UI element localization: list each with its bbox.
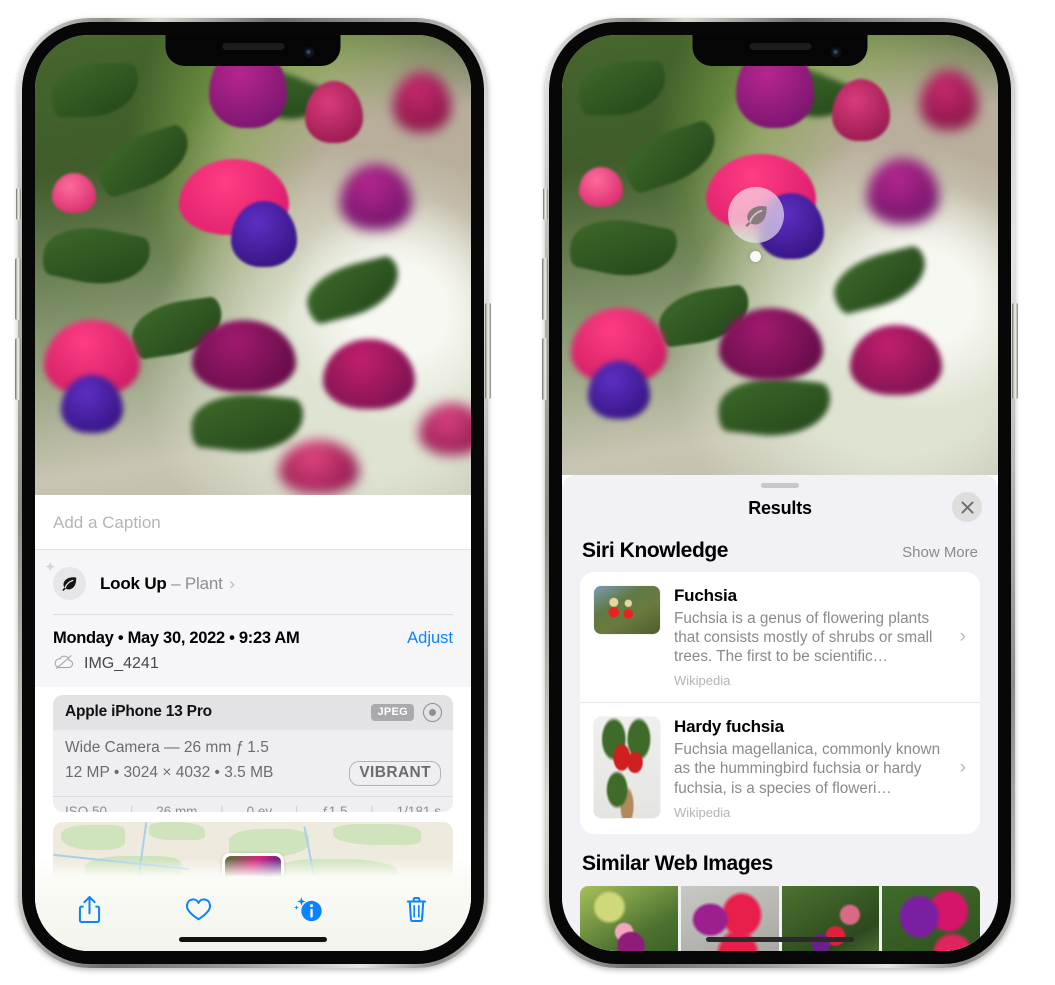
volume-up-button[interactable] bbox=[15, 258, 21, 320]
chevron-right-icon: › bbox=[959, 626, 966, 648]
hardy-fuchsia-thumbnail bbox=[594, 717, 660, 819]
look-up-row[interactable]: ✦ Look Up – Plant › bbox=[44, 560, 453, 614]
results-header: Results bbox=[562, 488, 998, 533]
exif-card[interactable]: Apple iPhone 13 Pro JPEG Wide Camera — 2… bbox=[53, 694, 453, 813]
similar-image-4[interactable] bbox=[882, 885, 980, 951]
look-up-dash: – bbox=[171, 573, 181, 593]
metadata-section: Monday • May 30, 2022 • 9:23 AM Adjust I… bbox=[35, 614, 471, 687]
show-more-button[interactable]: Show More bbox=[902, 544, 978, 561]
chevron-right-icon: › bbox=[959, 757, 966, 779]
earpiece-speaker bbox=[749, 43, 811, 50]
earpiece-speaker bbox=[222, 43, 284, 50]
fuchsia-thumbnail bbox=[594, 586, 660, 634]
leaf-icon bbox=[745, 205, 767, 227]
side-power-button[interactable] bbox=[1012, 303, 1018, 399]
exif-shutter: 1/181 s bbox=[396, 803, 441, 813]
knowledge-title: Fuchsia bbox=[674, 586, 737, 605]
visual-look-up-badge[interactable] bbox=[728, 187, 784, 243]
right-phone: Results Siri Knowledge Show More Fuchsia… bbox=[542, 18, 1018, 968]
adjust-button[interactable]: Adjust bbox=[407, 629, 453, 648]
knowledge-source: Wikipedia bbox=[674, 804, 731, 820]
close-icon[interactable] bbox=[952, 492, 982, 522]
left-phone: Add a Caption ✦ Look Up – Plant › Monday… bbox=[15, 18, 491, 968]
sparkle-icon: ✦ bbox=[44, 559, 57, 576]
exif-stats-row: ISO 50 | 26 mm | 0 ev | ƒ1.5 | 1/181 s bbox=[53, 795, 453, 813]
list-item[interactable]: Hardy fuchsia Fuchsia magellanica, commo… bbox=[580, 702, 980, 833]
look-up-title: Look Up bbox=[100, 573, 167, 593]
heart-icon[interactable] bbox=[177, 889, 221, 929]
icloud-slash-icon bbox=[53, 654, 75, 675]
photo-viewer[interactable] bbox=[35, 35, 471, 495]
silent-switch[interactable] bbox=[16, 188, 21, 220]
look-up-section: ✦ Look Up – Plant › bbox=[35, 549, 471, 615]
siri-knowledge-header: Siri Knowledge Show More bbox=[562, 533, 998, 572]
siri-knowledge-card: Fuchsia Fuchsia is a genus of flowering … bbox=[580, 572, 980, 834]
notch bbox=[692, 35, 868, 66]
similar-image-1[interactable] bbox=[580, 885, 678, 951]
screenshot-canvas: Add a Caption ✦ Look Up – Plant › Monday… bbox=[0, 0, 1055, 985]
siri-knowledge-title: Siri Knowledge bbox=[582, 539, 729, 562]
exif-aperture: ƒ1.5 bbox=[321, 803, 348, 813]
side-power-button[interactable] bbox=[485, 303, 491, 399]
front-camera-icon bbox=[830, 47, 842, 58]
camera-device: Apple iPhone 13 Pro bbox=[65, 703, 212, 720]
caption-placeholder: Add a Caption bbox=[53, 513, 161, 532]
knowledge-title: Hardy fuchsia bbox=[674, 717, 784, 737]
volume-up-button[interactable] bbox=[542, 258, 548, 320]
photo-viewer[interactable] bbox=[562, 35, 998, 475]
chevron-right-icon: › bbox=[229, 573, 235, 593]
notch bbox=[165, 35, 341, 66]
look-up-label: Look Up – Plant › bbox=[100, 574, 235, 594]
exif-body: Wide Camera — 26 mm ƒ 1.5 12 MP • 3024 ×… bbox=[53, 730, 453, 796]
silent-switch[interactable] bbox=[543, 188, 548, 220]
lens-info: Wide Camera — 26 mm ƒ 1.5 bbox=[65, 738, 269, 756]
image-size-info: 12 MP • 3024 × 4032 • 3.5 MB bbox=[65, 764, 274, 781]
results-title: Results bbox=[748, 498, 812, 518]
similar-web-images-header: Similar Web Images bbox=[562, 834, 998, 882]
leaf-icon: ✦ bbox=[44, 560, 86, 600]
separator: | bbox=[370, 803, 374, 813]
info-sparkle-icon[interactable] bbox=[286, 889, 330, 929]
toolbar-fade bbox=[35, 859, 471, 877]
trash-icon[interactable] bbox=[395, 889, 439, 929]
visual-look-up-anchor-dot bbox=[750, 251, 761, 262]
similar-web-images-title: Similar Web Images bbox=[582, 851, 773, 875]
volume-down-button[interactable] bbox=[15, 338, 21, 400]
right-screen: Results Siri Knowledge Show More Fuchsia… bbox=[562, 35, 998, 951]
photo-filename: IMG_4241 bbox=[84, 655, 159, 672]
look-up-subject: Plant bbox=[184, 573, 223, 593]
home-indicator[interactable] bbox=[179, 937, 327, 942]
separator: | bbox=[294, 803, 299, 813]
knowledge-source: Wikipedia bbox=[674, 673, 731, 689]
knowledge-description: Fuchsia is a genus of flowering plants t… bbox=[674, 610, 933, 666]
caption-field[interactable]: Add a Caption bbox=[35, 495, 471, 549]
exif-ev: 0 ev bbox=[246, 803, 273, 813]
format-badge: JPEG bbox=[371, 703, 414, 721]
exif-focal: 26 mm bbox=[156, 803, 198, 813]
photo-date: Monday • May 30, 2022 • 9:23 AM bbox=[53, 628, 300, 647]
separator: | bbox=[129, 803, 134, 813]
aperture-icon bbox=[423, 702, 442, 722]
exif-header: Apple iPhone 13 Pro JPEG bbox=[53, 694, 453, 730]
exif-iso: ISO 50 bbox=[65, 803, 108, 813]
separator: | bbox=[220, 803, 224, 813]
knowledge-description: Fuchsia magellanica, commonly known as t… bbox=[674, 741, 941, 797]
photographic-style-badge: VIBRANT bbox=[349, 760, 441, 786]
front-camera-icon bbox=[303, 47, 315, 58]
home-indicator[interactable] bbox=[706, 937, 854, 942]
left-screen: Add a Caption ✦ Look Up – Plant › Monday… bbox=[35, 35, 471, 951]
list-item[interactable]: Fuchsia Fuchsia is a genus of flowering … bbox=[580, 572, 980, 702]
volume-down-button[interactable] bbox=[542, 338, 548, 400]
results-sheet: Results Siri Knowledge Show More Fuchsia… bbox=[562, 475, 998, 951]
share-icon[interactable] bbox=[68, 889, 112, 929]
